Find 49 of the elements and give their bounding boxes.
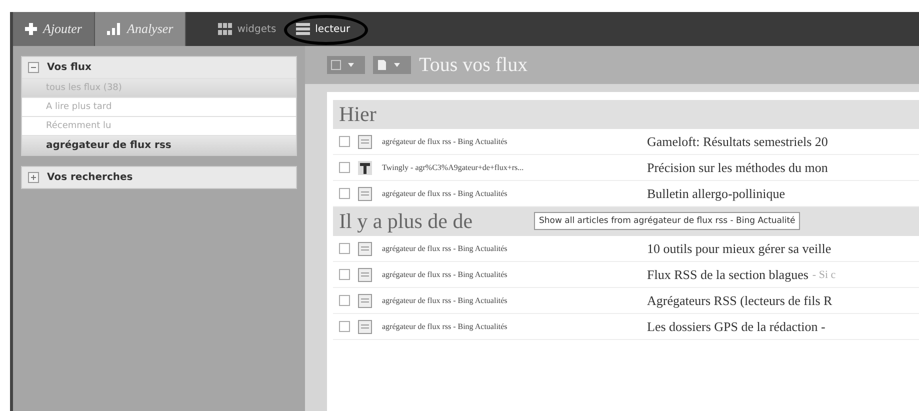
article-source[interactable]: agrégateur de flux rss - Bing Actualités: [382, 244, 647, 253]
select-dropdown[interactable]: [327, 56, 365, 74]
row-checkbox[interactable]: [339, 162, 350, 173]
article-title[interactable]: Gameloft: Résultats semestriels 20: [647, 134, 828, 150]
letter-t-icon: [358, 160, 372, 174]
row-checkbox[interactable]: [339, 295, 350, 306]
article-source[interactable]: agrégateur de flux rss - Bing Actualités: [382, 189, 647, 198]
feed-icon: [358, 134, 372, 148]
page-caret-icon: [377, 60, 401, 70]
article-title[interactable]: Les dossiers GPS de la rédaction -: [647, 318, 826, 334]
article-source[interactable]: agrégateur de flux rss - Bing Actualités: [382, 137, 647, 146]
view-switch[interactable]: widgets: [214, 19, 280, 39]
article-title[interactable]: Bulletin allergo-pollinique: [647, 186, 786, 202]
feed-icon: [358, 242, 372, 256]
view-switch[interactable]: lecteur: [292, 19, 354, 39]
article-title[interactable]: 10 outils pour mieux gérer sa veille: [647, 240, 832, 256]
bar-chart-icon: [107, 23, 121, 35]
date-group-title: Hier: [339, 102, 376, 127]
list-icon: [296, 23, 310, 35]
row-checkbox[interactable]: [339, 269, 350, 280]
panel-title[interactable]: Vos flux: [47, 62, 290, 73]
feed-title: Tous vos flux: [419, 54, 528, 76]
article-title[interactable]: Flux RSS de la section blagues: [647, 266, 808, 282]
feed-icon: [358, 320, 372, 334]
feed-icon: [358, 186, 372, 200]
row-checkbox[interactable]: [339, 136, 350, 147]
row-checkbox[interactable]: [339, 321, 350, 332]
article-source[interactable]: agrégateur de flux rss - Bing Actualités: [382, 296, 647, 305]
expand-icon[interactable]: [28, 172, 39, 183]
feed-icon: [358, 294, 372, 308]
view-dropdown[interactable]: [373, 56, 411, 74]
article-title[interactable]: Agrégateurs RSS (lecteurs de fils R: [647, 292, 832, 308]
article-title[interactable]: Précision sur les méthodes du mon: [647, 160, 828, 176]
row-checkbox[interactable]: [339, 243, 350, 254]
checkbox-caret-icon: [331, 60, 355, 70]
article-snippet: - Si c: [812, 268, 836, 280]
article-source[interactable]: Twingly - agr%C3%A9gateur+de+flux+rs...: [382, 163, 647, 172]
tooltip: Show all articles from agrégateur de flux rss - Bing Actualité: [534, 212, 800, 230]
grid-icon: [218, 23, 232, 35]
article-source[interactable]: agrégateur de flux rss - Bing Actualités: [382, 270, 647, 279]
feed-item[interactable]: agrégateur de flux rss: [22, 135, 296, 155]
feed-icon: [358, 268, 372, 282]
collapse-icon[interactable]: [28, 62, 39, 73]
date-group-title: Il y a plus de de: [339, 209, 473, 234]
plus-icon: [25, 23, 37, 35]
article-source[interactable]: agrégateur de flux rss - Bing Actualités: [382, 322, 647, 331]
panel-title[interactable]: Vos recherches: [47, 172, 290, 183]
toolbar-button[interactable]: Ajouter: [13, 12, 95, 46]
row-checkbox[interactable]: [339, 188, 350, 199]
